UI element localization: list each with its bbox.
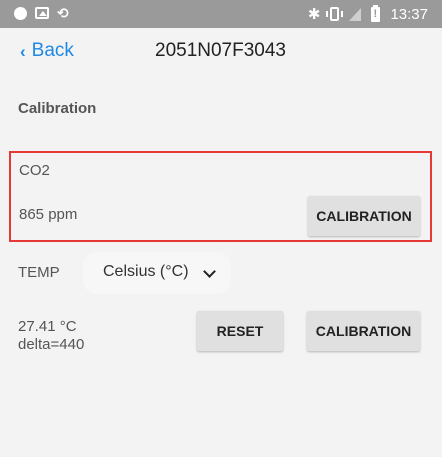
signal-icon bbox=[349, 7, 362, 21]
temp-value: 27.41 °C bbox=[18, 318, 77, 335]
back-button[interactable]: ‹ Back bbox=[20, 40, 74, 62]
image-icon bbox=[35, 7, 49, 19]
co2-label: CO2 bbox=[19, 162, 50, 179]
co2-card: CO2 865 ppm CALIBRATION bbox=[9, 151, 432, 242]
chevron-left-icon: ‹ bbox=[20, 41, 26, 61]
chevron-down-icon bbox=[203, 265, 216, 278]
status-left-icons: ⟲ bbox=[14, 6, 69, 20]
temp-label: TEMP bbox=[18, 264, 60, 281]
co2-calibration-button[interactable]: CALIBRATION bbox=[308, 196, 420, 236]
sync-icon: ⟲ bbox=[57, 5, 69, 21]
unit-select-value: Celsius (°C) bbox=[103, 263, 189, 280]
page-title: 2051N07F3043 bbox=[155, 40, 286, 61]
status-time: 13:37 bbox=[390, 5, 428, 23]
reset-button[interactable]: RESET bbox=[197, 311, 283, 351]
temp-delta: delta=440 bbox=[18, 336, 85, 353]
back-label: Back bbox=[31, 40, 74, 61]
vibrate-icon bbox=[326, 7, 344, 21]
temp-calibration-button[interactable]: CALIBRATION bbox=[307, 311, 420, 351]
bluetooth-icon: ✱ bbox=[307, 6, 321, 23]
section-title: Calibration bbox=[18, 100, 97, 117]
battery-alert-icon bbox=[371, 4, 381, 22]
temperature-unit-select[interactable]: Celsius (°C) bbox=[83, 252, 231, 294]
circle-icon bbox=[14, 6, 27, 20]
status-right-icons: ✱ 13:37 bbox=[307, 4, 428, 23]
status-bar: ⟲ ✱ 13:37 bbox=[0, 0, 442, 28]
co2-value: 865 ppm bbox=[19, 206, 78, 223]
